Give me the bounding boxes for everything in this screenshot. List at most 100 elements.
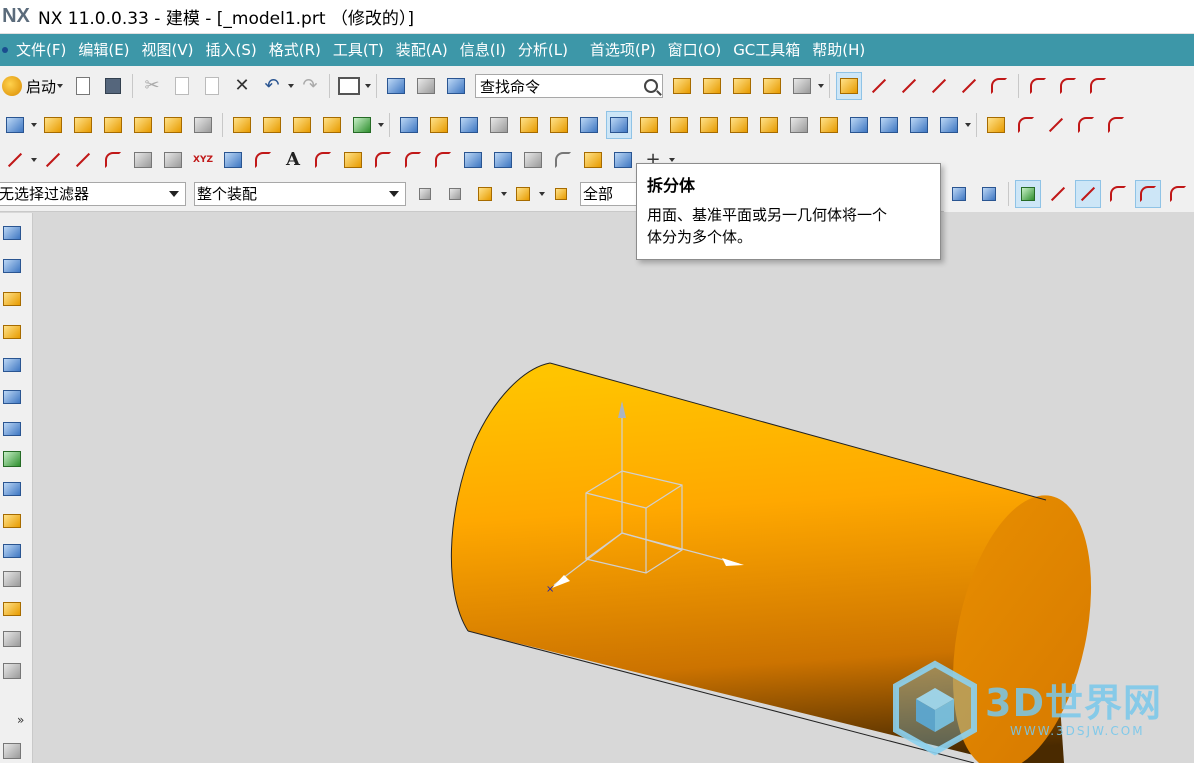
pad-button[interactable] xyxy=(426,111,452,139)
filter-settings-button[interactable] xyxy=(412,180,438,208)
mesh-button[interactable] xyxy=(786,111,812,139)
sweep-button[interactable] xyxy=(456,111,482,139)
grid-array-button[interactable] xyxy=(289,111,315,139)
combined-curve-button[interactable] xyxy=(430,146,456,174)
extract-curve-button[interactable] xyxy=(460,146,486,174)
snap-component-button[interactable] xyxy=(976,180,1002,208)
cross-button[interactable] xyxy=(1043,111,1069,139)
patch-button[interactable] xyxy=(696,111,722,139)
undo-button[interactable]: ↶ xyxy=(259,72,285,100)
resource-face-button[interactable] xyxy=(0,221,24,245)
resource-roll-button[interactable] xyxy=(0,659,24,683)
trim-body-button[interactable] xyxy=(636,111,662,139)
menu-help[interactable]: 帮助(H) xyxy=(806,34,871,66)
corner-curve-button[interactable] xyxy=(1103,111,1129,139)
point-button[interactable] xyxy=(40,146,66,174)
select-body-dropdown-icon[interactable] xyxy=(500,180,508,208)
pencil-button[interactable] xyxy=(580,146,606,174)
select-face-dropdown-icon[interactable] xyxy=(538,180,546,208)
menu-tools[interactable]: 工具(T) xyxy=(327,34,390,66)
resource-mesh-button[interactable] xyxy=(0,254,24,278)
pattern-button[interactable] xyxy=(699,72,725,100)
sphere-button[interactable] xyxy=(756,111,782,139)
graphics-viewport[interactable]: × 3D世界网 WWW.3DSJW.COM xyxy=(34,213,1194,763)
curve-on-surface-button[interactable] xyxy=(220,146,246,174)
face-button[interactable] xyxy=(666,111,692,139)
snap-button[interactable] xyxy=(836,72,863,100)
tangent-button[interactable] xyxy=(986,72,1012,100)
curve-trim-button[interactable] xyxy=(1013,111,1039,139)
resource-axis-button[interactable] xyxy=(0,567,24,591)
project-curve-button[interactable] xyxy=(340,146,366,174)
select-feature-button[interactable] xyxy=(442,180,468,208)
offset-curve-button[interactable] xyxy=(310,146,336,174)
part-button[interactable] xyxy=(70,111,96,139)
bracket-button[interactable] xyxy=(1085,72,1111,100)
resource-offset-button[interactable] xyxy=(0,417,24,441)
isoparametric-button[interactable] xyxy=(490,146,516,174)
line-tool-button[interactable] xyxy=(2,146,28,174)
resource-extra-button[interactable] xyxy=(0,739,24,763)
display-mode-button[interactable] xyxy=(336,72,362,100)
start-dropdown-icon[interactable] xyxy=(56,72,64,100)
text-button[interactable]: A xyxy=(280,146,306,174)
face-blend-button[interactable] xyxy=(816,111,842,139)
offset-face-button[interactable] xyxy=(486,111,512,139)
resource-blend-button[interactable] xyxy=(0,597,24,621)
control-point-button[interactable] xyxy=(1105,180,1131,208)
move-component-button[interactable] xyxy=(349,111,375,139)
straight-line-button[interactable] xyxy=(70,146,96,174)
resource-thicken-button[interactable] xyxy=(0,627,24,651)
menu-information[interactable]: 信息(I) xyxy=(454,34,512,66)
unite-button[interactable] xyxy=(319,111,345,139)
array-button[interactable] xyxy=(259,111,285,139)
undo-dropdown-icon[interactable] xyxy=(287,72,295,100)
body-button[interactable] xyxy=(759,72,785,100)
delete-button[interactable]: ✕ xyxy=(229,72,255,100)
menu-gc-toolbox[interactable]: GC工具箱 xyxy=(727,34,806,66)
view-cube-button[interactable] xyxy=(936,111,962,139)
hook-curve-button[interactable] xyxy=(1073,111,1099,139)
chamfer-button[interactable] xyxy=(516,111,542,139)
pyramid-button[interactable] xyxy=(669,72,695,100)
cut-button[interactable]: ✂ xyxy=(139,72,165,100)
book-button[interactable] xyxy=(40,111,66,139)
new-file-button[interactable] xyxy=(70,72,96,100)
wave-point-button[interactable] xyxy=(1165,180,1191,208)
display-mode-dropdown-icon[interactable] xyxy=(364,72,372,100)
bridge-curve-button[interactable] xyxy=(370,146,396,174)
xyz-button[interactable]: XYZ xyxy=(190,146,216,174)
spring-button[interactable] xyxy=(190,111,216,139)
surface-button[interactable] xyxy=(726,111,752,139)
extract-button[interactable] xyxy=(229,111,255,139)
arc-tool-button[interactable] xyxy=(100,146,126,174)
sheet-button[interactable] xyxy=(729,72,755,100)
more-chevron-icon[interactable]: » xyxy=(17,713,24,727)
mirror-button[interactable] xyxy=(396,111,422,139)
layout-button[interactable] xyxy=(413,72,439,100)
wireframe-box-button[interactable] xyxy=(576,111,602,139)
fillet-tool-button[interactable] xyxy=(550,146,576,174)
view-cube-dropdown-icon[interactable] xyxy=(964,111,972,139)
fillet-curve-button[interactable] xyxy=(1055,72,1081,100)
start-button[interactable]: 启动 xyxy=(2,72,64,100)
menu-preferences[interactable]: 首选项(P) xyxy=(584,34,662,66)
command-search[interactable] xyxy=(475,74,664,98)
split-body-button[interactable] xyxy=(606,111,632,139)
cylinder-button[interactable] xyxy=(2,111,28,139)
resource-section-button[interactable] xyxy=(0,320,24,344)
cylinder-body-button[interactable] xyxy=(876,111,902,139)
select-face-button[interactable] xyxy=(510,180,536,208)
intersection-point-button[interactable] xyxy=(1135,180,1161,208)
shell-button[interactable] xyxy=(546,111,572,139)
menu-insert[interactable]: 插入(S) xyxy=(200,34,263,66)
scope-dropdown[interactable]: 整个装配 xyxy=(194,181,406,206)
resource-divide-button[interactable] xyxy=(0,539,24,563)
command-search-input[interactable] xyxy=(480,77,631,95)
measure-button[interactable] xyxy=(983,111,1009,139)
mid-point-button[interactable] xyxy=(1075,180,1101,208)
helix-button[interactable] xyxy=(160,146,186,174)
line-button[interactable] xyxy=(866,72,892,100)
menu-format[interactable]: 格式(R) xyxy=(263,34,327,66)
block-button[interactable] xyxy=(130,111,156,139)
